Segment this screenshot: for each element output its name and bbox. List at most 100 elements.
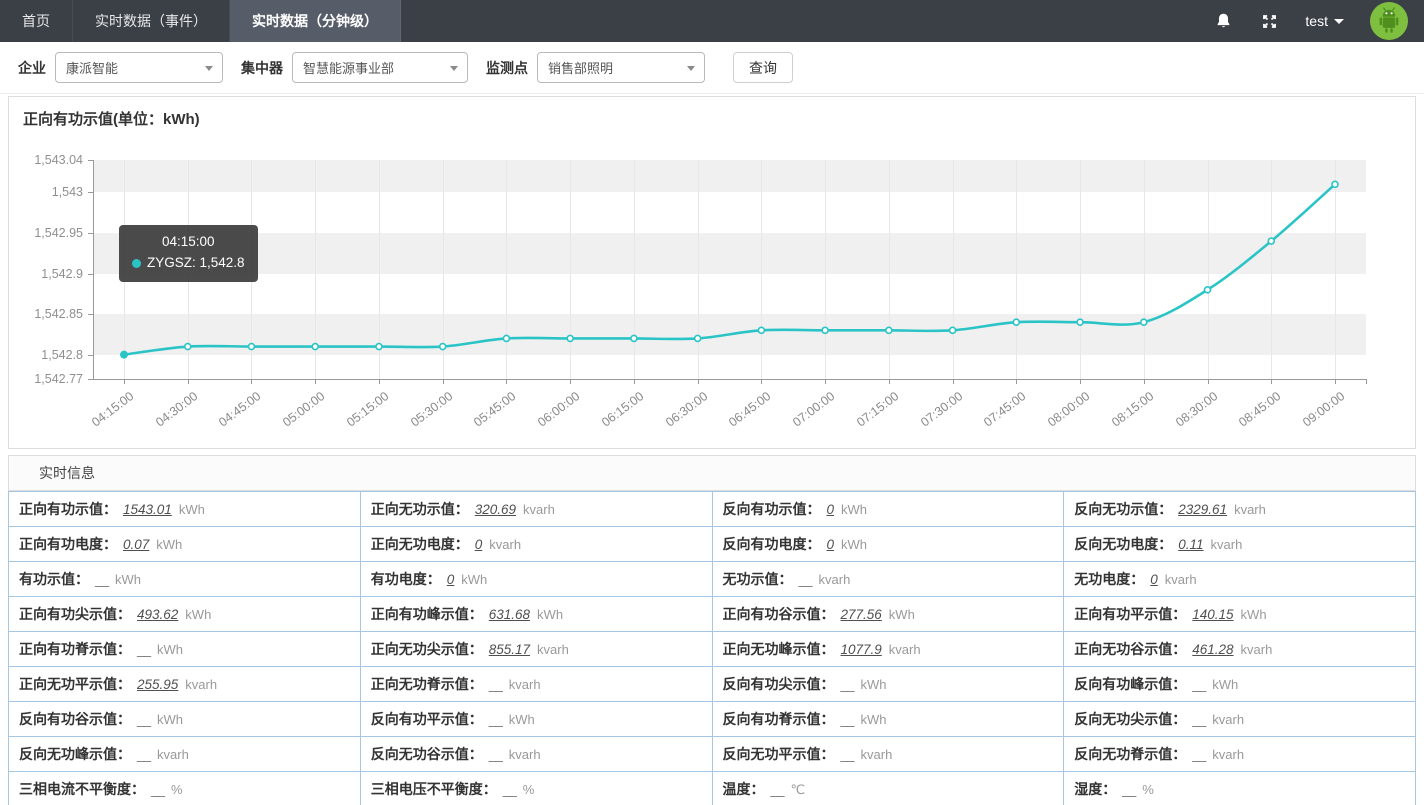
info-unit: kWh: [537, 607, 563, 622]
x-axis-label: 08:30:00: [1173, 389, 1220, 429]
info-value[interactable]: 0: [827, 502, 835, 517]
info-cell: 反向有功脊示值：__kWh: [713, 702, 1065, 737]
x-axis-label: 09:00:00: [1300, 389, 1347, 429]
info-cell: 反向无功脊示值：__kvarh: [1064, 737, 1416, 772]
info-cell: 无功示值：__kvarh: [713, 562, 1065, 597]
info-value[interactable]: 1077.9: [841, 642, 882, 657]
info-cell: 反向无功电度：0.11kvarh: [1064, 527, 1416, 562]
fullscreen-expand-icon[interactable]: [1259, 11, 1279, 31]
info-value[interactable]: 2329.61: [1178, 502, 1227, 517]
x-axis-label: 07:15:00: [854, 389, 901, 429]
info-value: __: [137, 642, 150, 657]
y-axis-label: 1,542.8: [5, 348, 83, 362]
chevron-down-icon: [687, 66, 695, 71]
info-label: 无功电度：: [1074, 571, 1144, 587]
info-cell: 正向有功电度：0.07kWh: [9, 527, 361, 562]
info-label: 正向有功峰示值：: [371, 606, 483, 622]
info-cell: 三相电压不平衡度：__%: [361, 772, 713, 805]
user-menu[interactable]: test: [1305, 13, 1344, 29]
user-name: test: [1305, 13, 1328, 29]
y-axis-label: 1,543: [5, 185, 83, 199]
info-value[interactable]: 0: [475, 537, 483, 552]
x-axis-label: 06:45:00: [726, 389, 773, 429]
info-value: __: [137, 712, 150, 727]
info-value[interactable]: 1543.01: [123, 502, 172, 517]
info-section-header: 实时信息: [8, 455, 1416, 491]
info-cell: 正向无功平示值：255.95kvarh: [9, 667, 361, 702]
info-cell: 正向无功电度：0kvarh: [361, 527, 713, 562]
info-label: 反向有功尖示值：: [723, 676, 835, 692]
info-cell: 正向无功谷示值：461.28kvarh: [1064, 632, 1416, 667]
y-axis-label: 1,542.9: [5, 267, 83, 281]
info-value[interactable]: 0: [447, 572, 455, 587]
info-cell: 正向有功尖示值：493.62kWh: [9, 597, 361, 632]
info-value: __: [1122, 782, 1135, 797]
info-cell: 正向有功脊示值：__kWh: [9, 632, 361, 667]
notification-bell-icon[interactable]: [1213, 11, 1233, 31]
info-label: 反向有功谷示值：: [19, 711, 131, 727]
info-label: 反向有功平示值：: [371, 711, 483, 727]
info-value: __: [489, 712, 502, 727]
info-value[interactable]: 0.11: [1178, 537, 1203, 552]
info-cell: 反向有功尖示值：__kWh: [713, 667, 1065, 702]
info-value[interactable]: 855.17: [489, 642, 530, 657]
info-value[interactable]: 277.56: [841, 607, 882, 622]
info-label: 正向无功尖示值：: [371, 641, 483, 657]
filter-dropdown[interactable]: 销售部照明: [537, 52, 705, 83]
info-unit: kWh: [157, 712, 183, 727]
info-value[interactable]: 461.28: [1192, 642, 1233, 657]
info-cell: 反向有功示值：0kWh: [713, 492, 1065, 527]
info-cell: 反向有功平示值：__kWh: [361, 702, 713, 737]
info-value[interactable]: 0: [827, 537, 835, 552]
info-cell: 正向无功示值：320.69kvarh: [361, 492, 713, 527]
dropdown-value: 销售部照明: [548, 58, 613, 77]
filter-dropdown[interactable]: 康派智能: [55, 52, 223, 83]
info-unit: kvarh: [157, 747, 189, 762]
top-navbar: 首页实时数据（事件）实时数据（分钟级） test: [0, 0, 1424, 42]
info-unit: %: [171, 782, 183, 797]
nav-tab[interactable]: 实时数据（分钟级）: [230, 0, 401, 42]
info-cell: 反向无功尖示值：__kvarh: [1064, 702, 1416, 737]
line-chart[interactable]: 04:15:0004:30:0004:45:0005:00:0005:15:00…: [93, 160, 1366, 379]
info-label: 三相电流不平衡度：: [19, 781, 145, 797]
filter-group: 企业康派智能: [18, 52, 223, 83]
info-value[interactable]: 320.69: [475, 502, 516, 517]
info-cell: 正向有功示值：1543.01kWh: [9, 492, 361, 527]
info-value[interactable]: 493.62: [137, 607, 178, 622]
info-unit: kvarh: [1211, 537, 1243, 552]
info-unit: %: [1142, 782, 1154, 797]
x-axis-label: 04:15:00: [89, 389, 136, 429]
x-axis-label: 08:00:00: [1045, 389, 1092, 429]
info-unit: kvarh: [537, 642, 569, 657]
chart-panel: 正向有功示值(单位：kWh) 04:15:0004:30:0004:45:000…: [8, 96, 1416, 449]
info-label: 正向无功平示值：: [19, 676, 131, 692]
info-value[interactable]: 140.15: [1192, 607, 1233, 622]
filter-dropdown[interactable]: 智慧能源事业部: [292, 52, 468, 83]
info-value[interactable]: 631.68: [489, 607, 530, 622]
nav-tab[interactable]: 实时数据（事件）: [73, 0, 230, 42]
info-unit: %: [523, 782, 535, 797]
filter-label: 监测点: [486, 58, 528, 78]
nav-tab[interactable]: 首页: [0, 0, 73, 42]
query-button[interactable]: 查询: [733, 52, 793, 83]
info-unit: kWh: [841, 502, 867, 517]
info-label: 湿度：: [1074, 781, 1116, 797]
avatar[interactable]: [1370, 2, 1408, 40]
chart-title: 正向有功示值(单位：kWh): [9, 97, 1415, 129]
chevron-down-icon: [205, 66, 213, 71]
info-value[interactable]: 0: [1150, 572, 1158, 587]
info-unit: kWh: [1241, 607, 1267, 622]
filter-bar: 企业康派智能集中器智慧能源事业部监测点销售部照明 查询: [0, 42, 1424, 94]
info-label: 正向无功峰示值：: [723, 641, 835, 657]
info-value: __: [799, 572, 812, 587]
info-unit: kvarh: [509, 747, 541, 762]
info-value[interactable]: 0.07: [123, 537, 149, 552]
info-label: 正向有功电度：: [19, 536, 117, 552]
info-label: 正向有功谷示值：: [723, 606, 835, 622]
info-label: 无功示值：: [723, 571, 793, 587]
info-cell: 反向有功谷示值： __ kWh: [9, 702, 361, 737]
info-cell: 三相电流不平衡度：__%: [9, 772, 361, 805]
info-label: 正向有功示值：: [19, 501, 117, 517]
info-label: 反向无功脊示值：: [1074, 746, 1186, 762]
info-value[interactable]: 255.95: [137, 677, 178, 692]
